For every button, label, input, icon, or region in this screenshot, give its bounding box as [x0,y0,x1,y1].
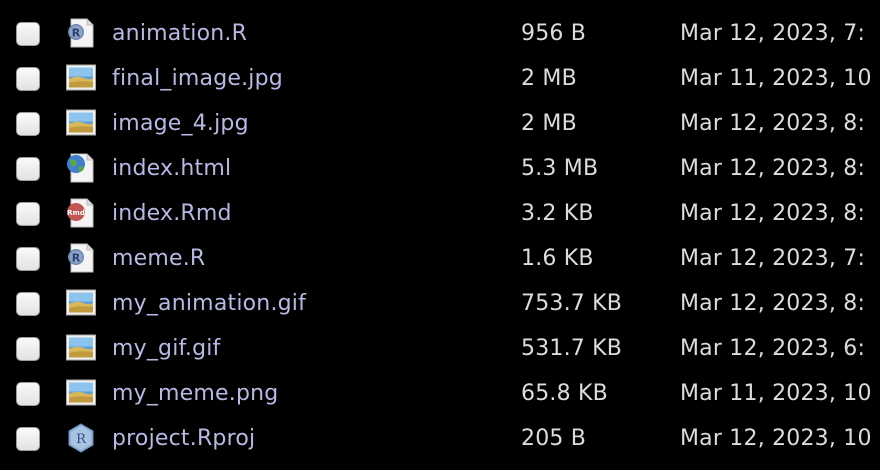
file-select-checkbox[interactable] [16,382,40,406]
file-size: 2 MB [521,66,577,91]
file-row[interactable]: my_gif.gif 531.7 KB Mar 12, 2023, 6: [0,327,880,372]
file-name-link[interactable]: final_image.jpg [112,65,283,93]
file-select-checkbox[interactable] [16,22,40,46]
file-row[interactable]: my_animation.gif 753.7 KB Mar 12, 2023, 8: [0,282,880,327]
file-select-checkbox[interactable] [16,112,40,136]
image-file-icon [66,378,96,408]
image-file-icon [66,288,96,318]
file-select-checkbox[interactable] [16,427,40,451]
file-modified-date: Mar 12, 2023, 7: [680,21,866,46]
file-modified-date: Mar 12, 2023, 10 [680,426,872,451]
rproj-file-icon: R [66,423,96,453]
file-size: 956 B [521,21,587,46]
file-select-checkbox[interactable] [16,337,40,361]
file-row[interactable]: R project.Rproj 205 B Mar 12, 2023, 10 [0,417,880,462]
file-size: 531.7 KB [521,336,623,361]
file-select-checkbox[interactable] [16,202,40,226]
file-name-link[interactable]: animation.R [112,20,247,48]
svg-text:R: R [72,27,81,40]
image-file-icon [66,108,96,138]
html-file-icon [66,153,96,183]
rmd-file-icon: Rmd [66,198,96,228]
image-file-icon [66,63,96,93]
file-name-link[interactable]: meme.R [112,245,205,273]
file-size: 753.7 KB [521,291,623,316]
file-modified-date: Mar 11, 2023, 10 [680,381,872,406]
file-modified-date: Mar 12, 2023, 8: [680,291,866,316]
file-row[interactable]: image_4.jpg 2 MB Mar 12, 2023, 8: [0,102,880,147]
file-name-link[interactable]: my_animation.gif [112,290,306,318]
file-modified-date: Mar 12, 2023, 8: [680,111,866,136]
file-row[interactable]: R animation.R 956 B Mar 12, 2023, 7: [0,12,880,57]
file-name-link[interactable]: my_gif.gif [112,335,221,363]
file-modified-date: Mar 11, 2023, 10 [680,66,872,91]
file-row[interactable]: R meme.R 1.6 KB Mar 12, 2023, 7: [0,237,880,282]
file-select-checkbox[interactable] [16,67,40,91]
file-size: 2 MB [521,111,577,136]
file-row[interactable]: final_image.jpg 2 MB Mar 11, 2023, 10 [0,57,880,102]
file-size: 1.6 KB [521,246,594,271]
file-size: 5.3 MB [521,156,599,181]
file-modified-date: Mar 12, 2023, 8: [680,201,866,226]
svg-text:R: R [72,252,81,265]
file-modified-date: Mar 12, 2023, 6: [680,336,866,361]
svg-text:Rmd: Rmd [67,209,85,217]
image-file-icon [66,333,96,363]
file-row[interactable]: index.html 5.3 MB Mar 12, 2023, 8: [0,147,880,192]
file-size: 65.8 KB [521,381,608,406]
file-name-link[interactable]: image_4.jpg [112,110,249,138]
file-row[interactable]: Rmd index.Rmd 3.2 KB Mar 12, 2023, 8: [0,192,880,237]
file-name-link[interactable]: index.html [112,155,231,183]
file-select-checkbox[interactable] [16,292,40,316]
r-script-icon: R [66,243,96,273]
file-name-link[interactable]: index.Rmd [112,200,232,228]
file-list: R animation.R 956 B Mar 12, 2023, 7: final… [0,12,880,462]
file-select-checkbox[interactable] [16,247,40,271]
file-name-link[interactable]: project.Rproj [112,425,255,453]
file-size: 205 B [521,426,587,451]
file-modified-date: Mar 12, 2023, 8: [680,156,866,181]
file-modified-date: Mar 12, 2023, 7: [680,246,866,271]
file-size: 3.2 KB [521,201,594,226]
file-name-link[interactable]: my_meme.png [112,380,278,408]
svg-text:R: R [76,432,87,447]
file-select-checkbox[interactable] [16,157,40,181]
r-script-icon: R [66,18,96,48]
file-row[interactable]: my_meme.png 65.8 KB Mar 11, 2023, 10 [0,372,880,417]
